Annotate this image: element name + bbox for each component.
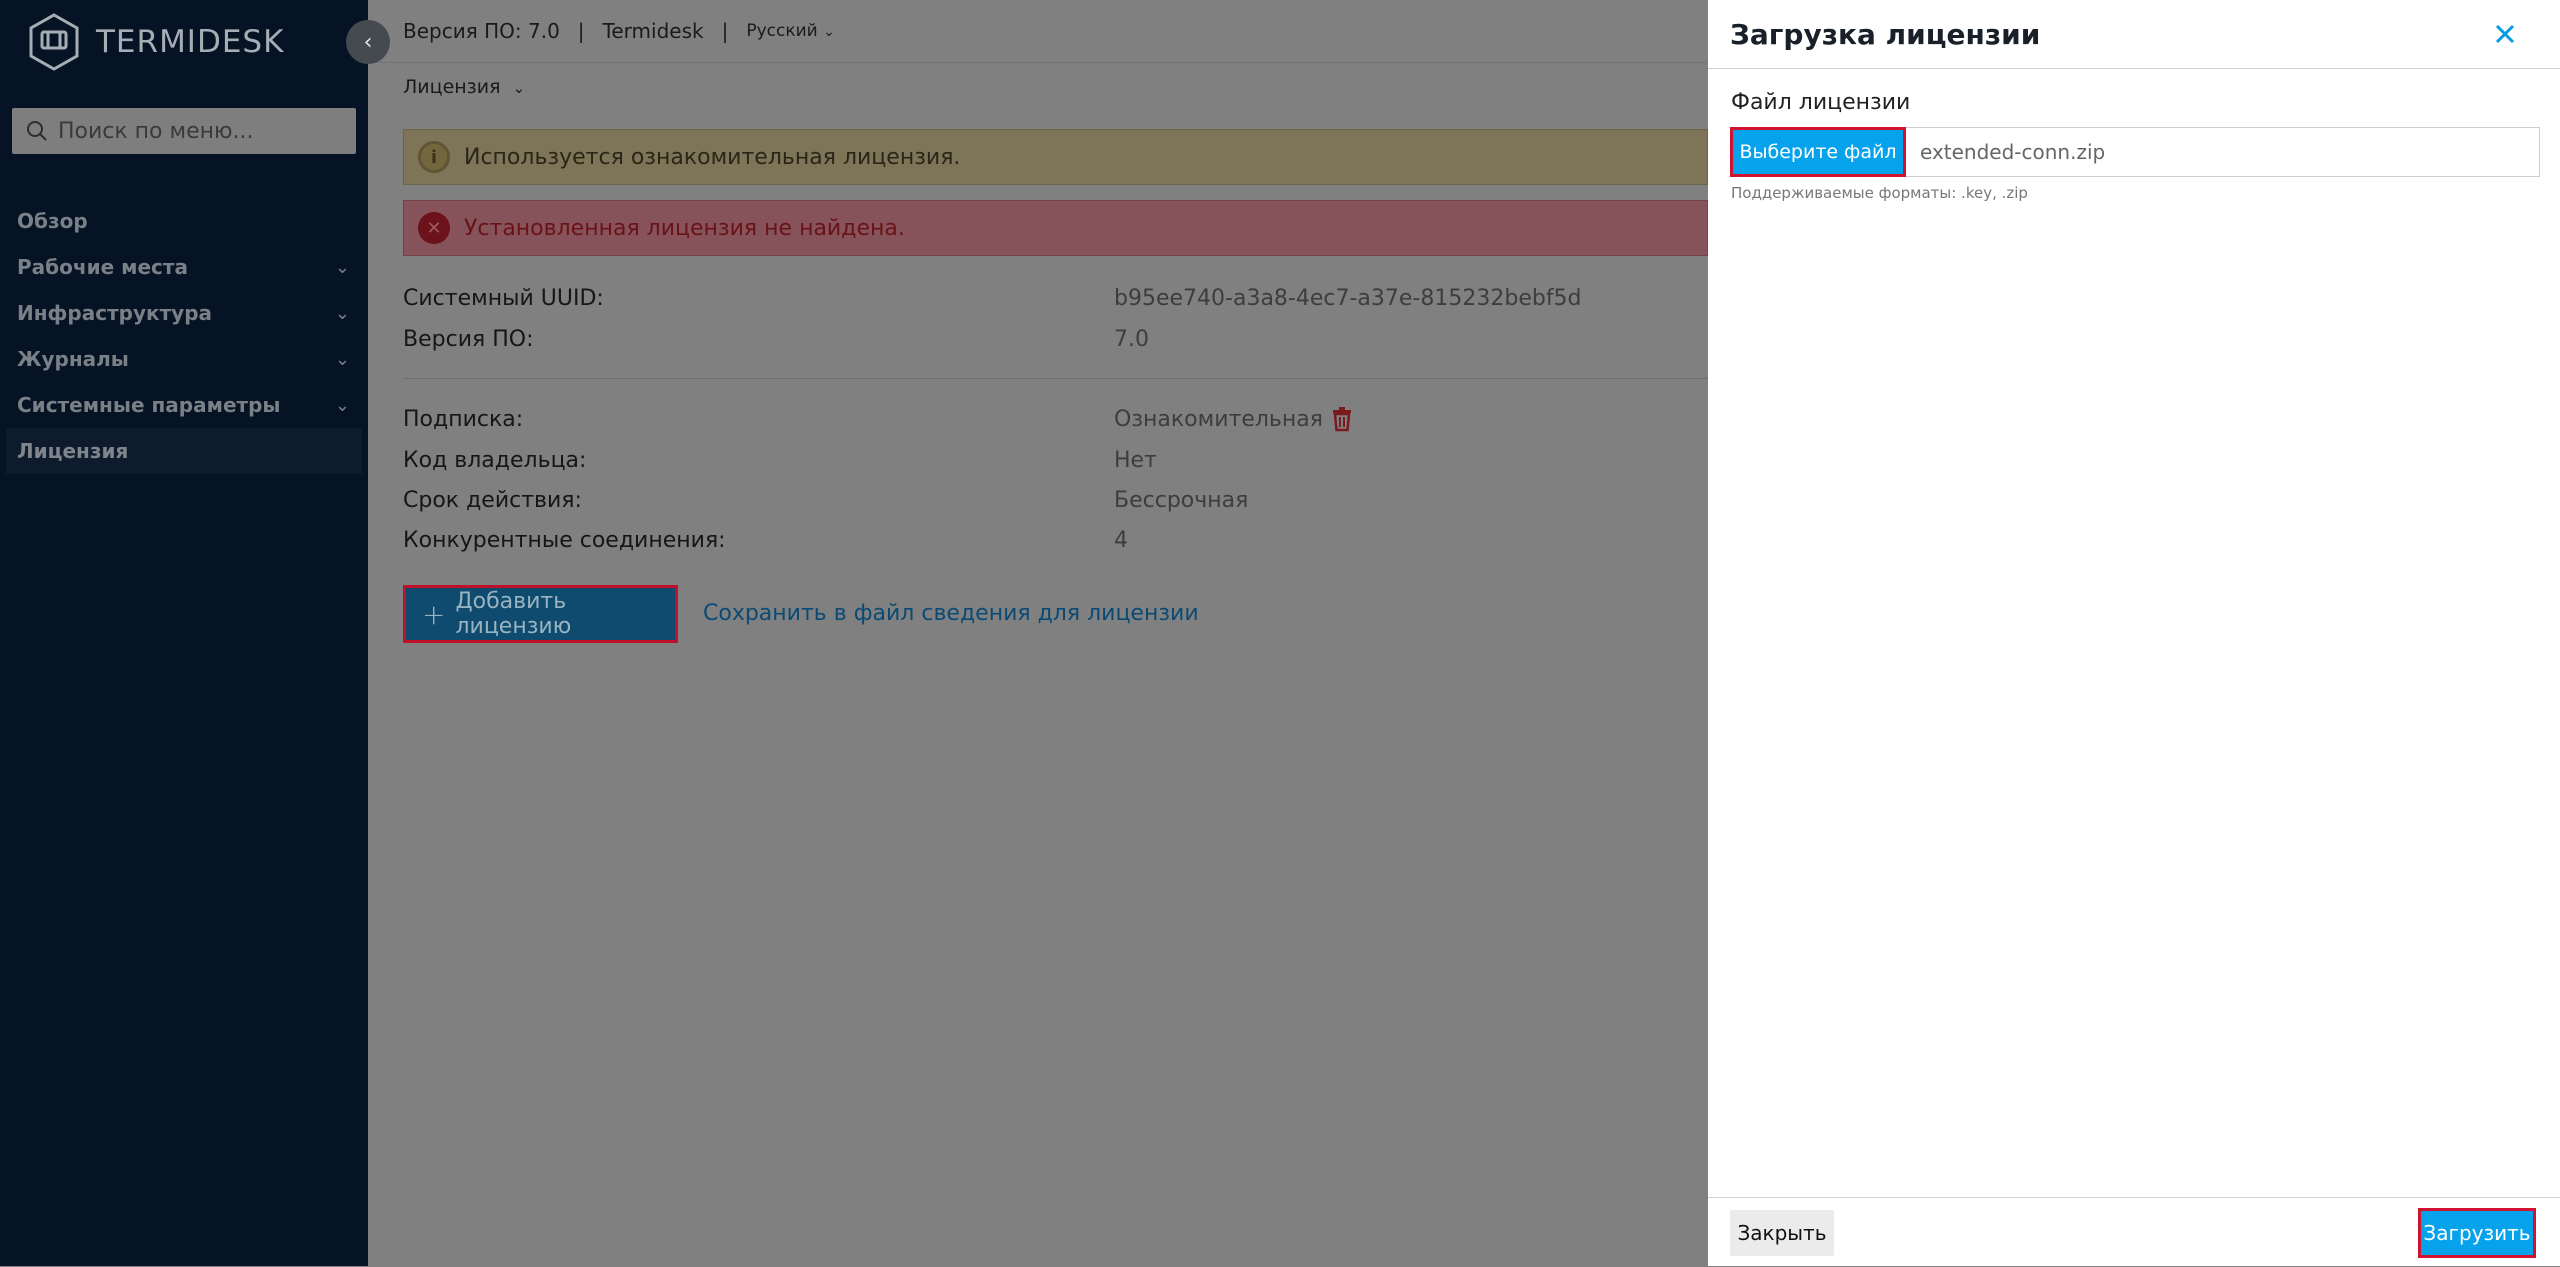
- chevron-down-icon: ⌄: [512, 79, 526, 97]
- sidebar-collapse-button[interactable]: ‹: [346, 20, 390, 64]
- termidesk-logo-icon: [29, 13, 79, 71]
- license-file-input[interactable]: Выберите файл extended-conn.zip: [1730, 127, 2540, 177]
- info-label: Конкурентные соединения:: [403, 527, 726, 553]
- chevron-down-icon: ⌄: [334, 394, 350, 416]
- info-icon: i: [418, 141, 450, 173]
- info-row-concurrent-connections: Конкурентные соединения: 4: [403, 520, 1708, 560]
- upload-button[interactable]: Загрузить: [2418, 1208, 2536, 1258]
- info-label: Подписка:: [403, 406, 524, 432]
- info-row-validity: Срок действия: Бессрочная: [403, 480, 1708, 520]
- add-license-button[interactable]: + Добавить лицензию: [403, 585, 678, 643]
- close-button[interactable]: Закрыть: [1730, 1210, 1834, 1256]
- sidebar-item-license[interactable]: Лицензия: [6, 428, 362, 474]
- topbar-separator: |: [577, 19, 585, 43]
- divider: [403, 378, 1708, 379]
- trial-license-alert: i Используется ознакомительная лицензия.: [403, 129, 1708, 185]
- add-license-label: Добавить лицензию: [455, 589, 572, 639]
- save-license-info-link[interactable]: Сохранить в файл сведения для лицензии: [703, 601, 1199, 626]
- breadcrumb-label: Лицензия: [403, 76, 501, 98]
- sidebar-item-label: Рабочие места: [17, 255, 188, 279]
- language-label: Русский: [746, 21, 818, 41]
- info-label: Срок действия:: [403, 487, 582, 513]
- sidebar-item-workplaces[interactable]: Рабочие места ⌄: [0, 244, 368, 290]
- info-row-subscription: Подписка: Ознакомительная: [403, 399, 1708, 439]
- sidebar-item-system-settings[interactable]: Системные параметры ⌄: [0, 382, 368, 428]
- menu-search-input[interactable]: [56, 117, 340, 145]
- close-icon[interactable]: [2490, 19, 2520, 49]
- sidebar-item-overview[interactable]: Обзор: [0, 198, 368, 244]
- alert-text: Установленная лицензия не найдена.: [464, 215, 905, 241]
- license-not-found-alert: ✕ Установленная лицензия не найдена.: [403, 200, 1708, 256]
- product-name: Termidesk: [602, 19, 704, 43]
- info-value: Бессрочная: [1114, 487, 1249, 513]
- breadcrumb[interactable]: Лицензия ⌄: [403, 76, 525, 98]
- info-value: b95ee740-a3a8-4ec7-a37e-815232bebf5d: [1114, 285, 1582, 311]
- choose-file-button[interactable]: Выберите файл: [1730, 127, 1906, 177]
- chevron-down-icon: ⌄: [334, 256, 350, 278]
- sidebar-item-label: Обзор: [17, 209, 88, 233]
- topbar-separator: |: [721, 19, 729, 43]
- plus-icon: +: [422, 597, 446, 631]
- sidebar-item-logs[interactable]: Журналы ⌄: [0, 336, 368, 382]
- search-icon: [27, 121, 47, 141]
- logo-text: TERMIDESK: [96, 24, 285, 60]
- info-value-wrap: Ознакомительная: [1114, 406, 1353, 432]
- chevron-down-icon: ⌄: [334, 302, 350, 324]
- version-label: Версия ПО: 7.0: [403, 19, 560, 43]
- chevron-down-icon: ⌄: [823, 24, 835, 40]
- upload-license-drawer: Загрузка лицензии Файл лицензии Выберите…: [1708, 0, 2560, 1266]
- info-row-uuid: Системный UUID: b95ee740-a3a8-4ec7-a37e-…: [403, 278, 1708, 318]
- info-value: Нет: [1114, 447, 1157, 473]
- logo[interactable]: TERMIDESK: [28, 12, 284, 72]
- info-value: Ознакомительная: [1114, 406, 1323, 432]
- license-file-label: Файл лицензии: [1731, 90, 1911, 115]
- chevron-left-icon: ‹: [363, 29, 373, 55]
- language-selector[interactable]: Русский ⌄: [746, 21, 835, 41]
- chevron-down-icon: ⌄: [334, 348, 350, 370]
- info-label: Код владельца:: [403, 447, 587, 473]
- menu-search[interactable]: [12, 108, 356, 154]
- drawer-footer: Закрыть Загрузить: [1708, 1197, 2560, 1267]
- info-value: 4: [1114, 527, 1128, 553]
- sidebar-item-label: Лицензия: [17, 439, 129, 463]
- topbar: Версия ПО: 7.0 | Termidesk | Русский ⌄: [368, 0, 1708, 63]
- info-row-owner-code: Код владельца: Нет: [403, 440, 1708, 480]
- sidebar: TERMIDESK Обзор Рабочие места ⌄ Инфрастр…: [0, 0, 368, 1266]
- selected-file-name: extended-conn.zip: [1920, 140, 2106, 164]
- sidebar-item-label: Инфраструктура: [17, 301, 213, 325]
- info-label: Системный UUID:: [403, 285, 604, 311]
- sidebar-item-label: Журналы: [17, 347, 129, 371]
- sidebar-item-label: Системные параметры: [17, 393, 281, 417]
- info-row-version: Версия ПО: 7.0: [403, 319, 1708, 359]
- supported-formats-hint: Поддерживаемые форматы: .key, .zip: [1731, 184, 2028, 202]
- drawer-title: Загрузка лицензии: [1730, 17, 2041, 51]
- alert-text: Используется ознакомительная лицензия.: [464, 144, 961, 170]
- drawer-header: Загрузка лицензии: [1708, 0, 2560, 69]
- sidebar-item-infrastructure[interactable]: Инфраструктура ⌄: [0, 290, 368, 336]
- sidebar-menu: Обзор Рабочие места ⌄ Инфраструктура ⌄ Ж…: [0, 198, 368, 474]
- trash-icon[interactable]: [1331, 406, 1353, 432]
- info-value: 7.0: [1114, 326, 1149, 352]
- error-icon: ✕: [418, 212, 450, 244]
- info-label: Версия ПО:: [403, 326, 534, 352]
